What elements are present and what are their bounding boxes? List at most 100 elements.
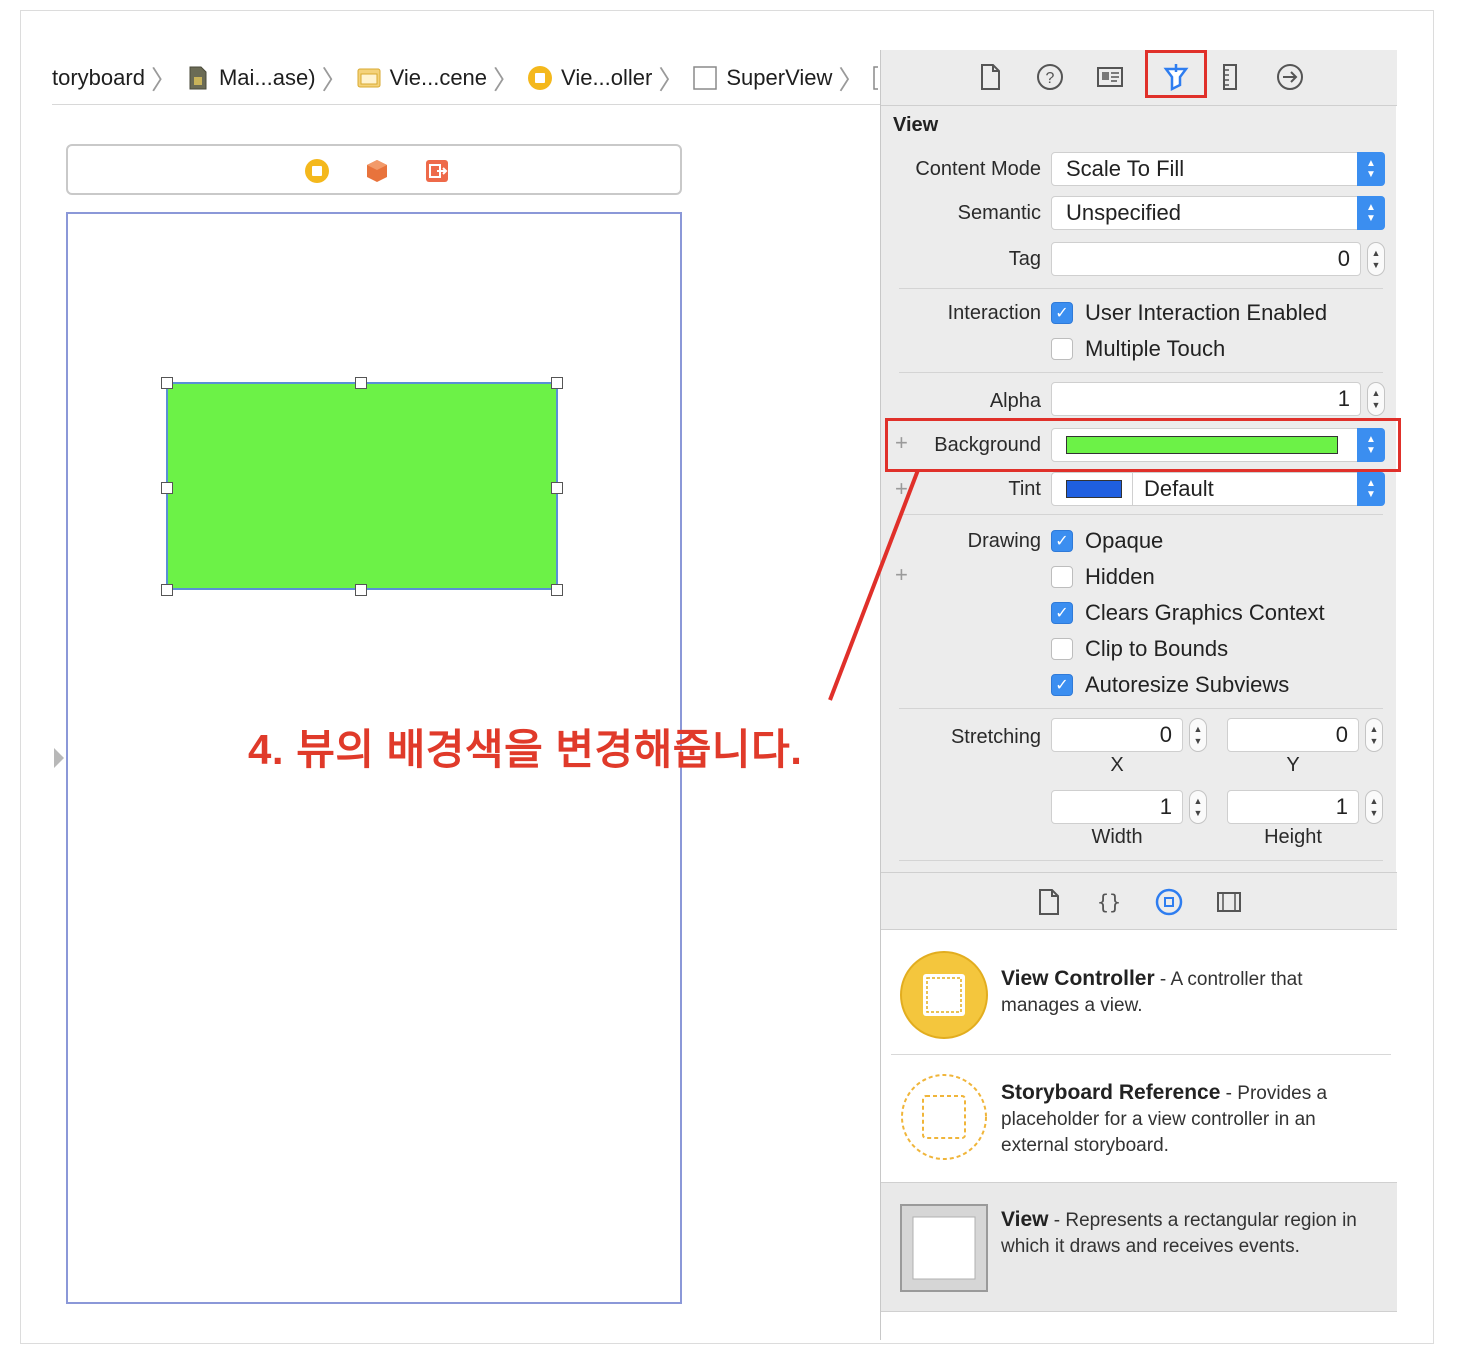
breadcrumb-item-view-controller[interactable]: Vie...oller 〉: [527, 60, 692, 97]
checkmark-icon: ✓: [1051, 530, 1073, 552]
autoresize-subviews-checkbox[interactable]: ✓ Autoresize Subviews: [1051, 672, 1289, 698]
hidden-checkbox[interactable]: Hidden: [1051, 564, 1155, 590]
alpha-field[interactable]: 1: [1051, 382, 1361, 416]
user-interaction-enabled-checkbox[interactable]: ✓ User Interaction Enabled: [1051, 300, 1327, 326]
opaque-checkbox[interactable]: ✓ Opaque: [1051, 528, 1163, 554]
svg-text:?: ?: [1046, 70, 1055, 87]
svg-text:{}: {}: [1097, 890, 1121, 914]
checkmark-icon: ✓: [1051, 602, 1073, 624]
library-item-view[interactable]: View - Represents a rectangular region i…: [881, 1182, 1397, 1312]
breadcrumb-item-storyboard[interactable]: toryboard 〉: [52, 60, 185, 97]
checkbox-label: User Interaction Enabled: [1085, 300, 1328, 325]
breadcrumb-label: Vie...cene: [389, 65, 488, 90]
stretching-height-field[interactable]: 1: [1227, 790, 1359, 824]
tutorial-annotation: 4. 뷰의 배경색을 변경해줍니다.: [248, 726, 803, 773]
checkmark-icon: ✓: [1051, 302, 1073, 324]
stretching-x-field[interactable]: 0: [1051, 718, 1183, 752]
multiple-touch-checkbox[interactable]: Multiple Touch: [1051, 336, 1225, 362]
tint-label: Tint: [1008, 478, 1041, 500]
resize-handle-top-right[interactable]: [551, 377, 563, 389]
stretching-x-stepper[interactable]: ▲ ▼: [1189, 718, 1207, 752]
updown-chevron-icon: ▲ ▼: [1357, 152, 1385, 186]
storyboard-file-icon: [189, 66, 207, 90]
library-item-title: View: [1001, 1208, 1049, 1231]
tint-value: Default: [1144, 476, 1214, 501]
view-controller-icon[interactable]: [304, 158, 330, 184]
breadcrumb-item-view-controller-scene[interactable]: Vie...cene 〉: [356, 60, 527, 97]
divider: [899, 860, 1383, 861]
chevron-right-icon: 〉: [150, 65, 177, 96]
stretching-height-value: 1: [1335, 794, 1348, 819]
semantic-value: Unspecified: [1066, 200, 1181, 225]
stretching-height-stepper[interactable]: ▲ ▼: [1365, 790, 1383, 824]
library-item-description: - Represents a rectangular region in whi…: [1001, 1210, 1357, 1257]
attributes-inspector: ? View Content Mode Scale To Fill ▲ ▼ Sem…: [880, 50, 1401, 1340]
file-template-library-icon[interactable]: [1035, 887, 1063, 917]
stretching-width-field[interactable]: 1: [1051, 790, 1183, 824]
resize-handle-bottom-right[interactable]: [551, 584, 563, 596]
content-mode-value: Scale To Fill: [1066, 156, 1185, 181]
resize-handle-bottom[interactable]: [355, 584, 367, 596]
identity-inspector-icon[interactable]: [1095, 62, 1125, 92]
object-library-icon[interactable]: [1155, 887, 1183, 917]
resize-handle-top-left[interactable]: [161, 377, 173, 389]
tint-color-popup[interactable]: Default ▲ ▼: [1051, 472, 1385, 506]
library-item-storyboard-reference[interactable]: Storyboard Reference - Provides a placeh…: [881, 1056, 1397, 1180]
tag-stepper[interactable]: ▲ ▼: [1367, 242, 1385, 276]
stretching-y-stepper[interactable]: ▲ ▼: [1365, 718, 1383, 752]
divider: [899, 514, 1383, 515]
resize-handle-left[interactable]: [161, 482, 173, 494]
view-controller-icon: [900, 951, 988, 1039]
breadcrumb-label: toryboard: [52, 65, 145, 90]
semantic-label: Semantic: [957, 202, 1041, 224]
divider: [1132, 473, 1133, 505]
connections-inspector-icon[interactable]: [1275, 62, 1305, 92]
content-mode-label: Content Mode: [915, 158, 1041, 180]
plus-icon[interactable]: +: [895, 562, 908, 588]
stretching-y-value: 0: [1335, 722, 1348, 747]
updown-chevron-icon: ▲ ▼: [1357, 196, 1385, 230]
resize-handle-bottom-left[interactable]: [161, 584, 173, 596]
inspector-toolbar: ?: [881, 50, 1397, 106]
stretching-x-value: 0: [1159, 722, 1172, 747]
resize-handle-right[interactable]: [551, 482, 563, 494]
library-item-title: View Controller: [1001, 967, 1155, 990]
stretching-y-field[interactable]: 0: [1227, 718, 1359, 752]
size-inspector-icon[interactable]: [1215, 62, 1245, 92]
file-inspector-icon[interactable]: [975, 62, 1005, 92]
stretching-height-caption: Height: [1264, 826, 1322, 848]
stretching-width-stepper[interactable]: ▲ ▼: [1189, 790, 1207, 824]
selected-green-view[interactable]: [166, 382, 558, 590]
breadcrumb-item-superview[interactable]: SuperView 〉: [692, 60, 878, 97]
divider: [899, 288, 1383, 289]
checkmark-icon: ✓: [1051, 674, 1073, 696]
clip-to-bounds-checkbox[interactable]: Clip to Bounds: [1051, 636, 1228, 662]
library-item-view-controller[interactable]: View Controller - A controller that mana…: [881, 930, 1397, 1054]
media-library-icon[interactable]: [1215, 887, 1243, 917]
help-inspector-icon[interactable]: ?: [1035, 62, 1065, 92]
chevron-right-icon: 〉: [321, 65, 348, 96]
tag-field[interactable]: 0: [1051, 242, 1361, 276]
tag-value: 0: [1337, 246, 1350, 271]
checkbox-label: Opaque: [1085, 528, 1164, 553]
first-responder-icon[interactable]: [364, 158, 390, 184]
content-mode-popup[interactable]: Scale To Fill ▲ ▼: [1051, 152, 1385, 186]
alpha-stepper[interactable]: ▲ ▼: [1367, 382, 1385, 416]
updown-chevron-icon: ▲ ▼: [1357, 472, 1385, 506]
library-item-text: View Controller - A controller that mana…: [1001, 966, 1373, 1019]
attributes-tab-highlight: [1145, 50, 1207, 98]
clears-graphics-context-checkbox[interactable]: ✓ Clears Graphics Context: [1051, 600, 1325, 626]
scene-dock: [66, 144, 682, 195]
exit-icon[interactable]: [424, 158, 450, 184]
breadcrumb-item-main-base[interactable]: Mai...ase) 〉: [185, 60, 356, 97]
library-item-title: Storyboard Reference: [1001, 1081, 1221, 1104]
checkbox-label: Autoresize Subviews: [1085, 672, 1290, 697]
view-icon: [873, 66, 878, 90]
resize-handle-top[interactable]: [355, 377, 367, 389]
checkbox-label: Clip to Bounds: [1085, 636, 1229, 661]
semantic-popup[interactable]: Unspecified ▲ ▼: [1051, 196, 1385, 230]
code-snippet-library-icon[interactable]: {}: [1095, 887, 1123, 917]
divider: [899, 372, 1383, 373]
breadcrumb-label: Vie...oller: [561, 65, 653, 90]
stretching-width-value: 1: [1159, 794, 1172, 819]
